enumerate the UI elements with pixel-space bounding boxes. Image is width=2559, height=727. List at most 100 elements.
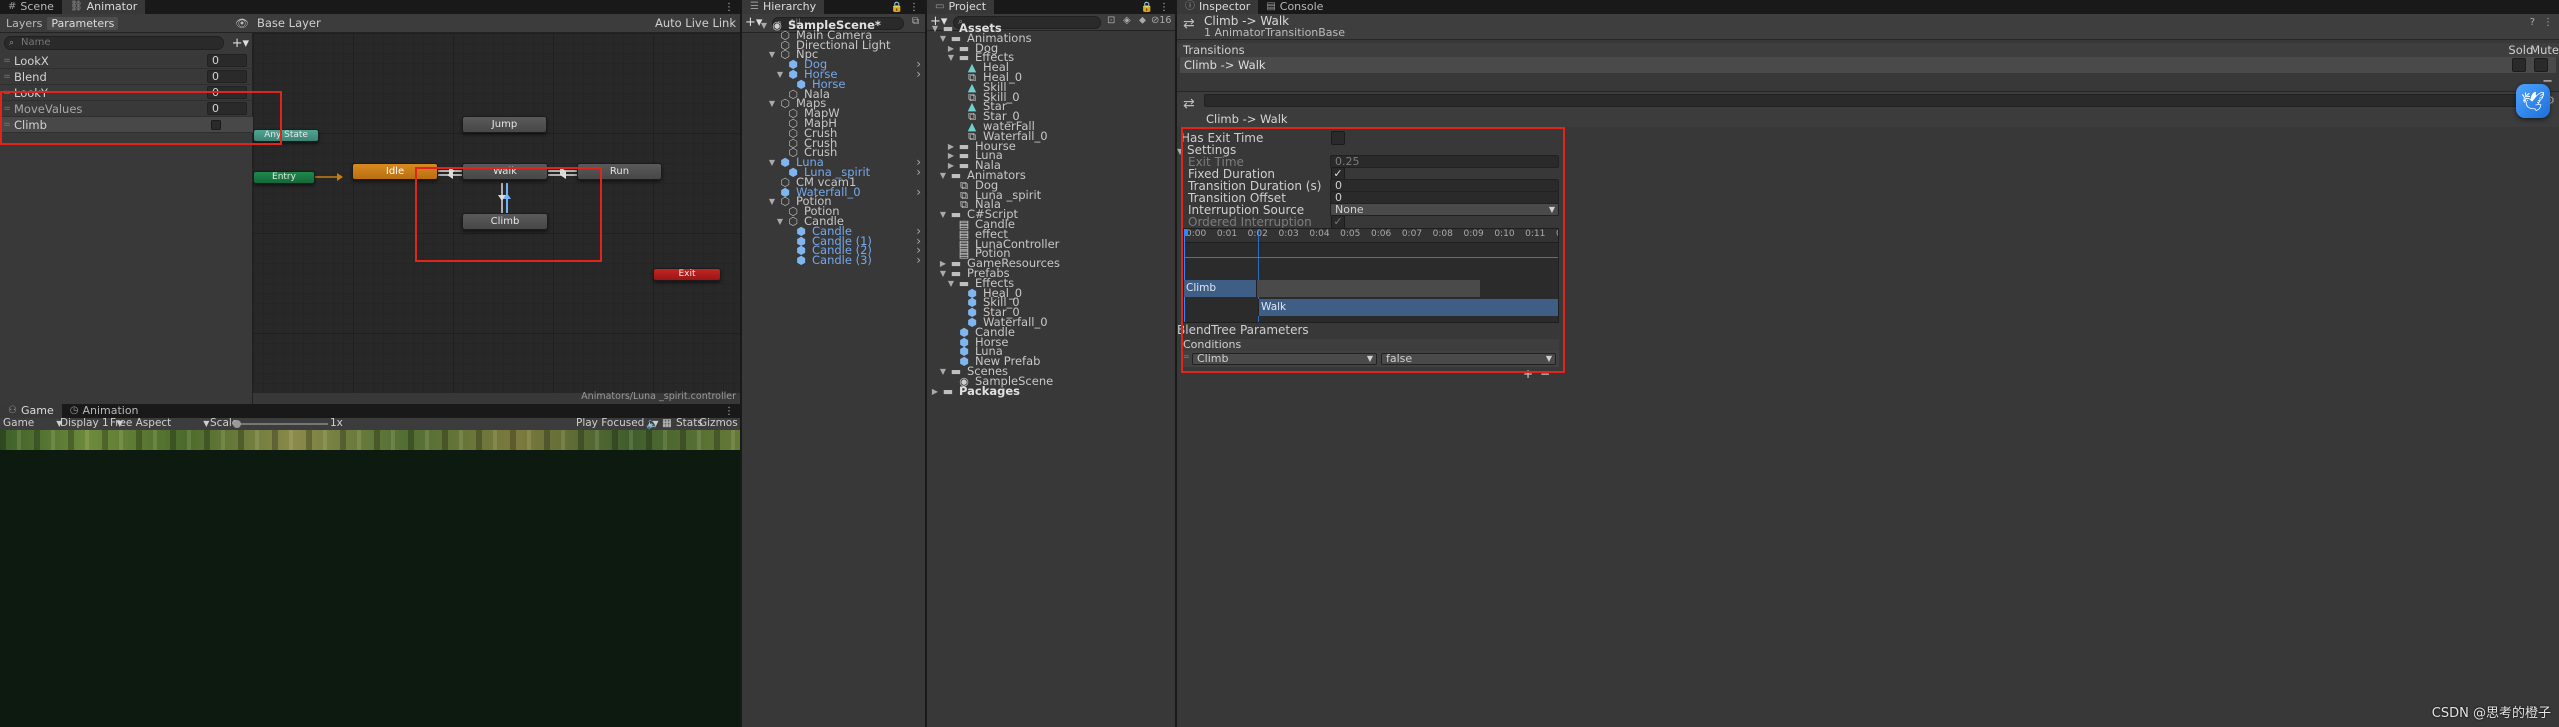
state-exit[interactable]: Exit [653,268,721,281]
hierarchy-item[interactable]: ⬡ Crush [742,147,925,159]
condition-parameter-dropdown[interactable]: Climb ▼ [1192,353,1377,365]
chevron-down-icon[interactable]: ▼ [766,50,778,60]
project-item[interactable]: ⧉ Skill_0 [927,91,1175,103]
chevron-right-icon[interactable]: › [916,254,921,266]
timeline-clip-walk[interactable]: Walk [1258,299,1558,316]
auto-live-link-button[interactable]: Auto Live Link [655,16,736,30]
chevron-down-icon[interactable]: ▼ [937,367,949,377]
more-icon[interactable]: ⋮ [724,2,734,13]
chevron-down-icon[interactable]: ▼ [945,53,957,63]
project-item[interactable]: ▼ ▬ Effects [927,277,1175,289]
project-item[interactable]: ⧉ Heal_0 [927,71,1175,83]
drag-handle-icon[interactable]: = [0,72,14,82]
hierarchy-item[interactable]: ⬢ Waterfall_0 › [742,186,925,198]
lock-icon[interactable]: 🔒 [1141,2,1153,13]
has-exit-time-checkbox[interactable] [1331,131,1345,145]
project-item[interactable]: ⬢ Star_0 [927,307,1175,319]
project-item[interactable]: ⧉ Star_0 [927,111,1175,123]
grid-icon[interactable]: ▦ [662,417,672,429]
add-parameter-button[interactable]: +▾ [232,36,249,51]
project-item[interactable]: ⧉ Nala [927,199,1175,211]
drag-handle-icon[interactable]: = [0,104,14,114]
lock-icon[interactable]: 🔒 [891,2,903,13]
drag-handle-icon[interactable]: = [0,56,14,66]
tab-hierarchy[interactable]: ☰ Hierarchy [742,0,825,14]
parameter-value-field[interactable]: 0 [207,70,247,83]
state-entry[interactable]: Entry [253,171,315,184]
chevron-down-icon[interactable]: ▼ [937,171,949,181]
state-run[interactable]: Run [577,163,662,180]
mute-checkbox[interactable] [2534,58,2548,72]
parameter-search-input[interactable]: ⌕ Name [4,36,224,50]
chevron-right-icon[interactable]: ▶ [945,151,957,161]
chevron-right-icon[interactable]: ▶ [937,259,949,269]
playhead-handle[interactable] [1184,229,1188,236]
chevron-down-icon[interactable]: ▼ [774,217,786,227]
tab-inspector[interactable]: ⓘ Inspector [1177,0,1259,14]
parameter-row[interactable]: = MoveValues 0 [0,101,253,117]
timeline-clip-climb[interactable]: Climb [1184,280,1257,297]
tab-animator[interactable]: ⛓ Animator [61,0,146,14]
game-mode-dropdown[interactable]: Game ▼ [3,417,62,429]
interruption-source-dropdown[interactable]: None ▼ [1330,203,1559,216]
more-icon[interactable]: ⋮ [909,2,919,13]
project-item[interactable]: ▶ ▬ Nala [927,160,1175,172]
chevron-down-icon[interactable]: ▼ [937,269,949,279]
audio-icon[interactable]: 🔈 [646,417,659,430]
project-item[interactable]: ⬢ Heal_0 [927,287,1175,299]
chevron-right-icon[interactable]: ▶ [929,387,941,397]
solo-checkbox[interactable] [2512,58,2526,72]
state-walk[interactable]: Walk [462,163,548,180]
hierarchy-item[interactable]: ⬢ Candle (3) › [742,254,925,266]
project-item[interactable]: ▲ Skill [927,81,1175,93]
chevron-down-icon[interactable]: ▼ [945,279,957,289]
chevron-down-icon[interactable]: ▼ [766,99,778,109]
add-condition-button[interactable]: + [1523,367,1533,381]
state-idle[interactable]: Idle [352,163,438,180]
more-icon[interactable]: ⋮ [1159,2,1169,13]
game-viewport[interactable] [0,430,740,727]
transition-timeline[interactable]: 0:000:010:020:030:040:050:060:070:080:09… [1183,228,1559,323]
parameter-bool-checkbox[interactable] [211,119,221,130]
chevron-down-icon[interactable]: ▼ [766,158,778,168]
drag-handle-icon[interactable]: = [0,120,14,130]
parameter-value-field[interactable]: 0 [207,54,247,67]
gizmos-dropdown[interactable]: Gizmos▼ [699,417,748,429]
hierarchy-item[interactable]: ⬢ Horse [742,78,925,90]
playhead[interactable] [1184,229,1185,322]
chevron-right-icon[interactable]: ▶ [945,44,957,54]
eye-icon[interactable]: 👁 [235,17,249,30]
settings-icon[interactable]: ⋮ [2543,17,2553,28]
subtab-layers[interactable]: Layers [3,17,45,30]
project-item[interactable]: ⬢ Skill_0 [927,297,1175,309]
tab-project[interactable]: ▭ Project [927,0,995,14]
layer-breadcrumb[interactable]: Base Layer [257,16,321,30]
tab-game[interactable]: ⚇ Game [0,404,62,418]
hierarchy-item[interactable]: ⬡ Directional Light [742,39,925,51]
project-item[interactable]: ▼ ▬ Effects [927,52,1175,64]
hierarchy-item[interactable]: ⬡ Nala [742,88,925,100]
transition-name-field[interactable] [1204,94,2530,107]
parameter-row[interactable]: = Climb [0,117,253,133]
state-climb[interactable]: Climb [462,213,548,230]
state-any-state[interactable]: Any State [253,129,319,142]
chevron-right-icon[interactable]: ▶ [945,142,957,152]
chevron-right-icon[interactable]: › [916,68,921,80]
parameter-row[interactable]: = Blend 0 [0,69,253,85]
drag-handle-icon[interactable]: = [0,88,14,98]
tab-scene[interactable]: # Scene [0,0,62,14]
condition-value-dropdown[interactable]: false ▼ [1381,353,1556,365]
subtab-parameters[interactable]: Parameters [47,16,119,30]
project-item[interactable]: ▶ ▬ Packages [927,385,1175,397]
parameter-row[interactable]: = LookX 0 [0,53,253,69]
tab-console[interactable]: ▤ Console [1258,0,1331,14]
chevron-right-icon[interactable]: › [916,186,921,198]
chevron-down-icon[interactable]: ▼ [937,34,949,44]
tab-animation[interactable]: ◷ Animation [62,404,147,418]
chevron-right-icon[interactable]: › [916,166,921,178]
chevron-down-icon[interactable]: ▼ [758,21,770,31]
chevron-down-icon[interactable]: ▼ [766,197,778,207]
project-item[interactable]: ▲ waterFall [927,120,1175,132]
drag-handle-icon[interactable]: = [1183,352,1190,361]
chevron-down-icon[interactable]: ▼ [937,210,949,220]
